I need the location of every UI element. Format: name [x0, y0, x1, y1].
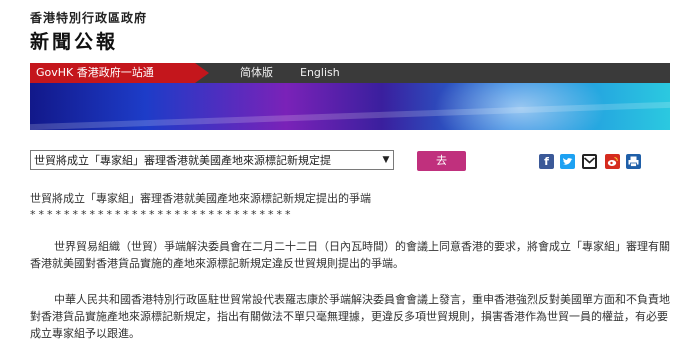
page-header: 香港特別行政區政府 新聞公報 — [0, 0, 700, 65]
email-icon[interactable] — [582, 154, 597, 169]
print-icon[interactable] — [626, 154, 641, 169]
top-nav-bar: GovHK 香港政府一站通 简体版 English — [30, 63, 670, 83]
press-release-title: 新聞公報 — [30, 31, 119, 53]
govhk-arrow-decoration — [195, 63, 209, 83]
government-name: 香港特別行政區政府 — [30, 11, 148, 25]
article-toolbar: 世貿將成立「專家組」審理香港就美國產地來源標記新規定提 ▼ 去 f — [30, 148, 670, 174]
article-paragraph: 世界貿易組織（世貿）爭端解決委員會在二月二十二日（日內瓦時間）的會議上同意香港的… — [30, 240, 670, 270]
article-paragraph: 中華人民共和國香港特別行政區駐世貿常設代表羅志康於爭端解決委員會會議上發言，重申… — [30, 293, 670, 340]
weibo-icon[interactable] — [605, 154, 620, 169]
header-banner — [30, 83, 670, 130]
banner-glow — [420, 83, 620, 130]
article-headline: 世貿將成立「專家組」審理香港就美國產地來源標記新規定提出的爭端 — [30, 192, 371, 205]
headline-separator: ******************************* — [30, 208, 294, 221]
simplified-chinese-link[interactable]: 简体版 — [240, 63, 273, 83]
govhk-link[interactable]: GovHK 香港政府一站通 — [30, 63, 195, 83]
go-button[interactable]: 去 — [417, 151, 466, 171]
chevron-down-icon[interactable]: ▼ — [380, 151, 392, 169]
press-release-select[interactable]: 世貿將成立「專家組」審理香港就美國產地來源標記新規定提 — [30, 150, 394, 170]
twitter-icon[interactable] — [560, 154, 575, 169]
english-link[interactable]: English — [300, 63, 340, 83]
facebook-icon[interactable]: f — [539, 154, 554, 169]
